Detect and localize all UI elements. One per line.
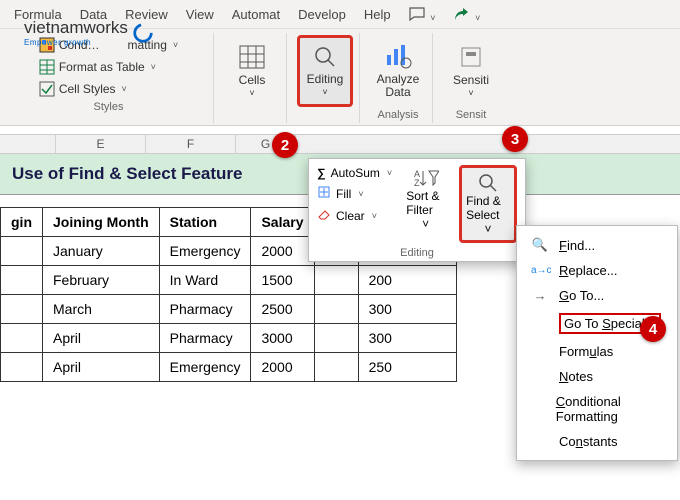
menu-notes-label: Notes	[559, 369, 593, 384]
sensitivity-button[interactable]: Sensiti ˅	[443, 35, 499, 107]
col-station[interactable]: Station	[159, 208, 251, 237]
step-badge-4: 4	[640, 316, 666, 342]
clear-button[interactable]: Clear ˅	[317, 206, 392, 225]
share-button[interactable]: ˅	[446, 3, 489, 28]
menu-replace-label: Replace...	[559, 263, 618, 278]
fill-icon	[317, 185, 331, 202]
share-icon	[454, 7, 470, 21]
col-gin[interactable]: gin	[1, 208, 43, 237]
find-select-label: Find & Select	[466, 194, 510, 222]
chevron-down-icon: ˅	[322, 87, 327, 97]
editing-dd-label: Editing	[317, 247, 517, 259]
col-header-e[interactable]: E	[56, 135, 146, 153]
logo-text: vietnamworks	[24, 18, 128, 38]
col-salary[interactable]: Salary	[251, 208, 314, 237]
step-badge-2: 2	[272, 132, 298, 158]
fill-label: Fill	[336, 187, 351, 201]
sigma-icon: ∑	[317, 166, 326, 180]
eraser-icon	[317, 207, 331, 224]
menu-condfmt-label: Conditional Formatting	[556, 394, 663, 424]
menu-goto[interactable]: → Go To...	[517, 283, 677, 308]
chevron-down-icon: ˅	[468, 88, 473, 98]
menu-constants-label: Constants	[559, 434, 618, 449]
table-row: AprilPharmacy3000300	[1, 324, 457, 353]
chevron-down-icon: ˅	[173, 40, 178, 50]
format-table-label: Format as Table	[59, 60, 145, 74]
comments-button[interactable]: ˅	[401, 3, 444, 28]
autosum-label: AutoSum	[331, 166, 380, 180]
svg-text:Z: Z	[414, 178, 420, 188]
cells-group: Cells ˅	[218, 33, 287, 123]
sensitivity-icon	[458, 44, 484, 70]
analyze-label: Analyze Data	[372, 73, 424, 99]
cell-styles-icon	[39, 81, 55, 97]
cell-styles-button[interactable]: Cell Styles ˅	[35, 79, 182, 99]
editing-group: Editing ˅	[291, 33, 360, 123]
replace-icon: a→c	[531, 265, 549, 276]
editing-label: Editing	[307, 73, 344, 86]
chevron-down-icon: ˅	[485, 222, 492, 236]
analyze-icon	[384, 43, 412, 69]
menu-constants[interactable]: Constants	[517, 429, 677, 454]
table-row: AprilEmergency2000250	[1, 353, 457, 382]
chevron-down-icon: ˅	[122, 84, 127, 94]
menu-find-label: Find...	[559, 238, 595, 253]
chevron-down-icon: ˅	[249, 88, 254, 98]
sensitivity-label: Sensiti	[453, 74, 489, 87]
sort-filter-button[interactable]: AZ Sort & Filter ˅	[402, 165, 449, 233]
chevron-down-icon: ˅	[151, 62, 156, 72]
arrow-right-icon: →	[531, 288, 549, 303]
chevron-down-icon: ˅	[387, 168, 392, 178]
logo-swirl-icon	[132, 22, 154, 44]
search-icon	[477, 172, 499, 194]
cells-icon	[238, 44, 266, 70]
comment-icon	[409, 7, 425, 21]
fill-button[interactable]: Fill ˅	[317, 184, 392, 203]
sensitivity-group-label: Sensit	[456, 109, 487, 121]
menu-conditional-formatting[interactable]: Conditional Formatting	[517, 389, 677, 429]
col-joining-month[interactable]: Joining Month	[43, 208, 160, 237]
analyze-data-button[interactable]: Analyze Data	[370, 35, 426, 107]
menu-goto-label: Go To...	[559, 288, 604, 303]
step-badge-3: 3	[502, 126, 528, 152]
tab-develop[interactable]: Develop	[290, 3, 354, 28]
sort-filter-label: Sort & Filter	[406, 189, 445, 217]
vietnamworks-logo: vietnamworks Empower growth	[24, 18, 154, 47]
table-row: FebruaryIn Ward1500200	[1, 266, 457, 295]
menu-formulas-label: Formulas	[559, 344, 613, 359]
editing-dropdown: ∑ AutoSum ˅ Fill ˅ Clear ˅ AZ Sort &	[308, 158, 526, 262]
col-header-blank[interactable]	[0, 135, 56, 153]
column-headers-row: E F G	[0, 134, 680, 154]
cells-button[interactable]: Cells ˅	[224, 35, 280, 107]
sort-filter-icon: AZ	[413, 167, 439, 189]
chevron-down-icon: ˅	[372, 211, 377, 221]
chevron-down-icon: ˅	[358, 189, 363, 199]
menu-replace[interactable]: a→c Replace...	[517, 258, 677, 283]
search-icon: 🔍	[531, 237, 549, 253]
styles-group-label: Styles	[94, 101, 124, 113]
tab-view[interactable]: View	[178, 3, 222, 28]
chevron-down-icon: ˅	[422, 217, 429, 231]
find-select-button[interactable]: Find & Select ˅	[459, 165, 517, 243]
menu-find[interactable]: 🔍 Find...	[517, 232, 677, 258]
find-select-menu: 🔍 Find... a→c Replace... → Go To... Go T…	[516, 225, 678, 461]
tab-help[interactable]: Help	[356, 3, 399, 28]
cells-label: Cells	[239, 74, 266, 87]
format-as-table-button[interactable]: Format as Table ˅	[35, 57, 182, 77]
menu-notes[interactable]: Notes	[517, 364, 677, 389]
tab-automate[interactable]: Automat	[224, 3, 288, 28]
analysis-group: Analyze Data Analysis	[364, 33, 433, 123]
cell-styles-label: Cell Styles	[59, 82, 116, 96]
logo-tagline: Empower growth	[24, 38, 128, 47]
menu-formulas[interactable]: Formulas	[517, 339, 677, 364]
search-icon	[313, 45, 337, 69]
table-row: MarchPharmacy2500300	[1, 295, 457, 324]
autosum-button[interactable]: ∑ AutoSum ˅	[317, 165, 392, 181]
sensitivity-group: Sensiti ˅ Sensit	[437, 33, 505, 123]
table-icon	[39, 59, 55, 75]
col-header-f[interactable]: F	[146, 135, 236, 153]
analysis-group-label: Analysis	[378, 109, 419, 121]
editing-button[interactable]: Editing ˅	[297, 35, 353, 107]
clear-label: Clear	[336, 209, 365, 223]
